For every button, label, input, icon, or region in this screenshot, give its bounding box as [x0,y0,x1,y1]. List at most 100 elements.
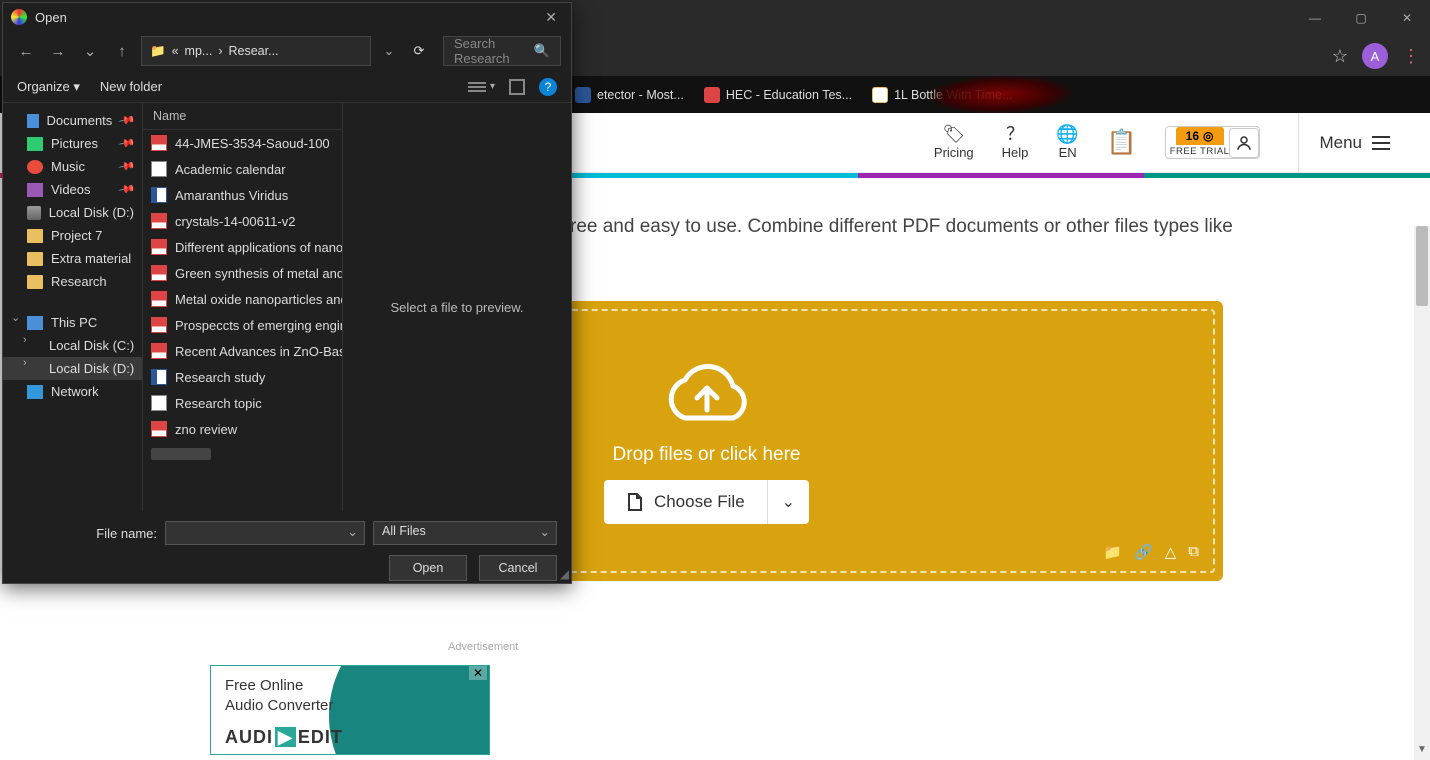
list-view-icon [468,79,486,95]
path-segment[interactable]: Resear... [229,44,279,58]
txt-file-icon [151,395,167,411]
file-name: Prospeccts of emerging engine [175,318,342,333]
nav-up-button[interactable]: ↑ [109,43,135,60]
gdrive-icon[interactable]: △ [1165,543,1177,561]
folder-icon[interactable]: 📁 [1103,543,1122,561]
pdf-file-icon [151,291,167,307]
maximize-button[interactable]: ▢ [1338,0,1384,36]
bookmark-star-icon[interactable]: ☆ [1332,46,1348,67]
new-folder-button[interactable]: New folder [100,79,162,95]
refresh-button[interactable]: ⟳ [407,43,431,59]
filename-input[interactable] [165,521,365,545]
minimize-button[interactable]: — [1292,0,1338,36]
nav-back-button[interactable]: ← [13,43,39,60]
file-row[interactable]: Different applications of nanom [143,234,342,260]
ad-logo-icon: ▶ [275,727,296,747]
scroll-down-icon[interactable]: ▼ [1414,744,1430,760]
file-row[interactable]: 44-JMES-3534-Saoud-100 [143,130,342,156]
choose-file-button[interactable]: Choose File [604,480,767,524]
ad-decoration [329,665,490,755]
tree-disk-d[interactable]: Local Disk (D:) [3,201,142,224]
pin-icon: 📌 [118,111,137,130]
dialog-nav-bar: ← → ⌄ ↑ 📁 « mp... › Resear... ⌄ ⟳ Search… [3,31,571,71]
tree-pictures[interactable]: Pictures📌 [3,132,142,155]
tree-music[interactable]: Music📌 [3,155,142,178]
chevron-down-icon: ⌄ [782,494,795,511]
close-window-button[interactable]: ✕ [1384,0,1430,36]
cancel-button[interactable]: Cancel [479,555,557,581]
view-mode-button[interactable]: ▾ [468,79,495,95]
file-row[interactable]: Amaranthus Viridus [143,182,342,208]
horizontal-scrollbar[interactable] [151,448,211,460]
expand-icon[interactable]: › [23,334,27,346]
filetype-select[interactable]: All Files [373,521,557,545]
bookmark-label: etector - Most... [597,88,684,102]
tree-research[interactable]: Research [3,270,142,293]
nav-label: Help [1002,145,1029,160]
file-row[interactable]: Metal oxide nanoparticles and [143,286,342,312]
nav-forward-button[interactable]: → [45,43,71,60]
column-header-name[interactable]: ⌃ Name [143,103,342,130]
file-row[interactable]: crystals-14-00611-v2 [143,208,342,234]
file-row[interactable]: Green synthesis of metal and m [143,260,342,286]
profile-avatar[interactable]: A [1362,43,1388,69]
tree-extra-material[interactable]: Extra material [3,247,142,270]
resize-grip-icon[interactable]: ◢ [560,567,569,581]
folder-tree: Documents📌 Pictures📌 Music📌 Videos📌 Loca… [3,103,143,511]
organize-menu[interactable]: Organize ▾ [17,79,80,95]
favicon [575,87,591,103]
tree-videos[interactable]: Videos📌 [3,178,142,201]
search-icon: 🔍 [534,43,550,59]
ad-close-icon[interactable]: ✕ [469,666,487,680]
network-icon [27,385,43,399]
coin-icon: ◎ [1203,129,1213,143]
pin-icon: 📌 [118,157,137,176]
nav-clipboard[interactable]: 📋 [1107,131,1137,155]
file-row[interactable]: Academic calendar [143,156,342,182]
file-row[interactable]: Research topic [143,390,342,416]
file-row[interactable]: zno review [143,416,342,442]
app-logo-icon [11,9,27,25]
pc-icon [27,316,43,330]
tree-project7[interactable]: Project 7 [3,224,142,247]
advertisement[interactable]: ✕ Free OnlineAudio Converter AUDI▶EDIT [210,665,490,755]
dropbox-icon[interactable]: ⧉ [1188,543,1199,561]
scrollbar-thumb[interactable] [1416,226,1428,306]
search-input[interactable]: Search Research 🔍 [443,36,561,66]
link-icon[interactable]: 🔗 [1134,543,1153,561]
expand-icon[interactable]: ⌄ [11,311,20,324]
bookmark-item[interactable]: etector - Most... [575,87,684,103]
path-dropdown[interactable]: ⌄ [377,43,401,59]
path-segment[interactable]: mp... [185,44,213,58]
nav-recent-button[interactable]: ⌄ [77,42,103,60]
help-button[interactable]: ? [539,78,557,96]
hamburger-icon [1372,136,1390,150]
vertical-scrollbar[interactable]: ▼ [1414,226,1430,760]
file-list: ⌃ Name 44-JMES-3534-Saoud-100Academic ca… [143,103,343,511]
browser-menu-icon[interactable]: ⋮ [1402,46,1420,67]
file-row[interactable]: Recent Advances in ZnO-Based [143,338,342,364]
pin-icon: 📌 [118,180,137,199]
pdf-file-icon [151,265,167,281]
file-row[interactable]: Research study [143,364,342,390]
file-row[interactable]: Prospeccts of emerging engine [143,312,342,338]
path-sep: « [172,44,179,58]
path-breadcrumb[interactable]: 📁 « mp... › Resear... [141,36,371,66]
file-name: Green synthesis of metal and m [175,266,342,281]
trial-badge[interactable]: 16◎ FREE TRIAL [1165,126,1261,159]
expand-icon[interactable]: › [23,357,27,369]
tree-this-pc[interactable]: This PC [3,311,142,334]
dialog-close-button[interactable]: ✕ [539,9,563,26]
menu-button[interactable]: Menu [1298,113,1390,173]
open-button[interactable]: Open [389,555,467,581]
tree-network[interactable]: Network [3,380,142,403]
preview-pane-button[interactable] [509,79,525,95]
nav-language[interactable]: 🌐 EN [1056,125,1078,160]
ad-label: Advertisement [448,641,518,653]
tree-documents[interactable]: Documents📌 [3,109,142,132]
nav-pricing[interactable]: 🏷 Pricing [934,125,974,160]
choose-file-dropdown[interactable]: ⌄ [767,480,809,524]
bookmark-item[interactable]: HEC - Education Tes... [704,87,852,103]
nav-help[interactable]: ？ Help [1002,125,1029,160]
decoration [923,76,1076,113]
